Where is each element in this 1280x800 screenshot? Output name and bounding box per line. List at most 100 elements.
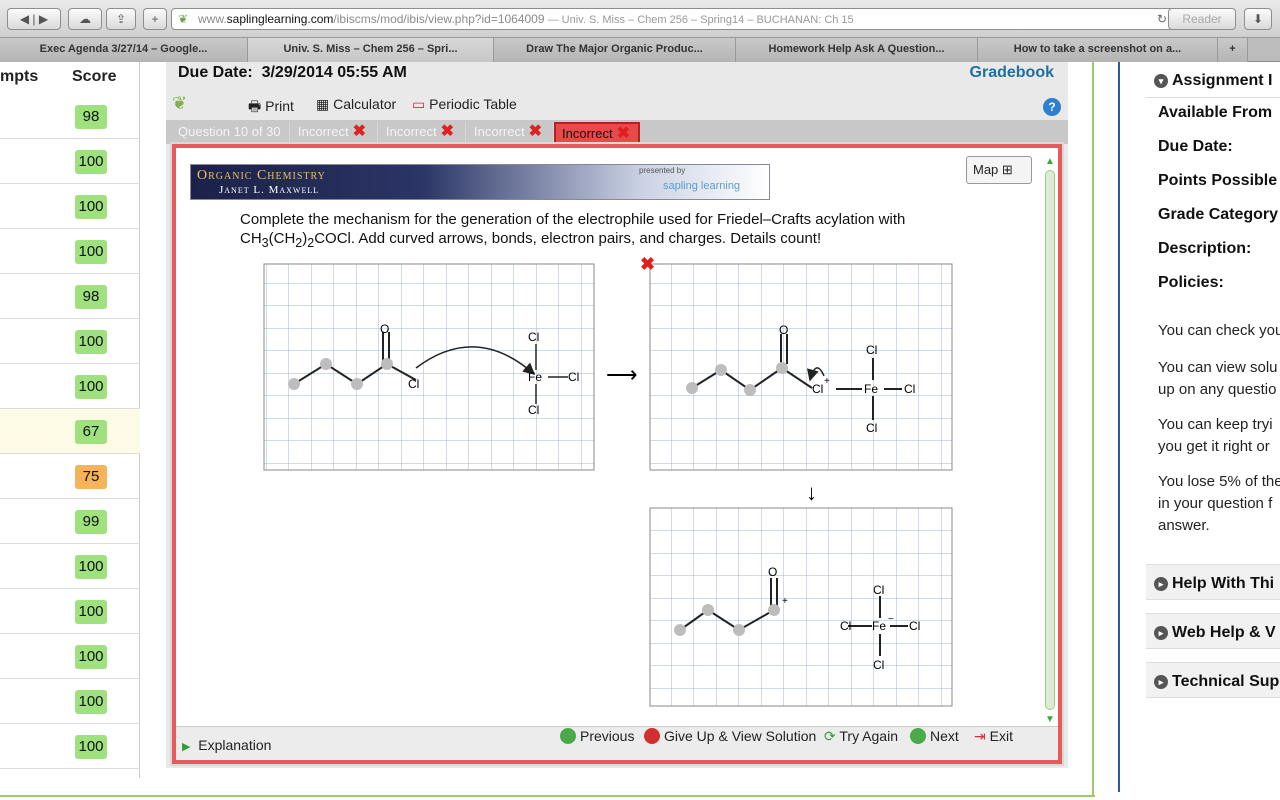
score-row[interactable]: 100 [0, 229, 140, 274]
url-prefix: www. [198, 12, 227, 26]
periodic-table-icon: ▭ [412, 96, 426, 112]
icloud-tabs-button[interactable]: ☁ [68, 8, 102, 30]
gradebook-link[interactable]: Gradebook [970, 64, 1054, 82]
tech-support-section[interactable]: ▸ Technical Sup [1146, 662, 1280, 698]
exit-button[interactable]: ⇥ Exit [974, 728, 1013, 745]
score-row[interactable]: 100 [0, 139, 140, 184]
map-tree-icon: ⊞ [1001, 162, 1013, 177]
help-icon[interactable]: ? [1043, 98, 1061, 116]
score-row[interactable]: 100 [0, 184, 140, 229]
score-row[interactable]: 67 [0, 409, 140, 454]
give-up-icon [644, 728, 660, 744]
print-button[interactable]: 🖶 Print [248, 96, 294, 120]
share-button[interactable]: ⇪ [106, 8, 136, 30]
help-section[interactable]: ▸ Help With Thi [1146, 564, 1280, 600]
score-badge: 100 [75, 195, 107, 219]
explanation-toggle[interactable]: ▶ Explanation [182, 737, 271, 753]
score-row[interactable]: 99 [0, 499, 140, 544]
new-tab-button[interactable]: + [143, 8, 167, 30]
score-row[interactable]: 100 [0, 679, 140, 724]
vertical-scrollbar[interactable]: ▲ ▼ [1044, 156, 1056, 726]
web-help-section-label: Web Help & V [1172, 624, 1276, 641]
banner-presented-by: presented by [639, 166, 686, 175]
back-icon[interactable]: ◀ [20, 12, 29, 26]
score-badge: 100 [75, 150, 107, 174]
next-button[interactable]: Next [910, 728, 959, 744]
new-tab-plus[interactable]: + [1218, 38, 1248, 62]
score-badge: 100 [75, 735, 107, 759]
incorrect-x-icon: ✖ [352, 123, 366, 140]
reload-icon[interactable]: ↻ [1157, 9, 1167, 29]
assignment-info-header[interactable]: ▾ Assignment I [1146, 62, 1280, 98]
scroll-up-icon[interactable]: ▲ [1045, 156, 1055, 167]
score-row[interactable]: 100 [0, 319, 140, 364]
score-row[interactable]: 98 [0, 94, 140, 139]
calculator-label: Calculator [333, 96, 397, 112]
score-row[interactable]: 100 [0, 544, 140, 589]
web-help-section[interactable]: ▸ Web Help & V [1146, 613, 1280, 649]
forward-icon[interactable]: ▶ [39, 12, 48, 26]
try-again-button[interactable]: ⟳ Try Again [824, 728, 898, 745]
score-row[interactable]: 100 [0, 589, 140, 634]
policies-label: Policies: [1158, 274, 1224, 291]
calculator-icon: ▦ [316, 96, 330, 112]
give-up-button[interactable]: Give Up & View Solution [644, 728, 816, 744]
browser-tab[interactable]: Homework Help Ask A Question... [736, 38, 978, 62]
charge-minus: − [888, 614, 894, 625]
expand-icon: ▸ [1154, 577, 1168, 591]
formula-part: (CH [268, 230, 296, 247]
previous-button[interactable]: Previous [560, 728, 634, 744]
attempt-tab[interactable]: Incorrect ✖ [292, 122, 378, 144]
browser-tab-active[interactable]: Univ. S. Miss – Chem 256 – Spri... [248, 38, 494, 62]
give-up-label: Give Up & View Solution [664, 728, 817, 744]
question-text: Complete the mechanism for the generatio… [240, 210, 980, 253]
atom-Cl: Cl [528, 330, 539, 344]
scroll-down-icon[interactable]: ▼ [1045, 714, 1055, 725]
question-line-1: Complete the mechanism for the generatio… [240, 211, 906, 228]
atom-Cl: Cl [904, 382, 915, 396]
due-date-label: Due Date: [178, 64, 253, 81]
browser-tab[interactable]: Exec Agenda 3/27/14 – Google... [0, 38, 248, 62]
reader-button[interactable]: Reader [1168, 8, 1236, 30]
atom-Fe: Fe [872, 619, 886, 633]
map-button[interactable]: Map ⊞ [966, 156, 1032, 184]
score-row[interactable]: 100 [0, 364, 140, 409]
curved-arrow [415, 346, 536, 375]
triangle-right-icon: ▶ [182, 741, 191, 753]
assignment-info-panel: ▾ Assignment I Available From Due Date: P… [1118, 62, 1280, 792]
exit-icon: ⇥ [974, 728, 986, 744]
attempt-tab-active[interactable]: Incorrect ✖ [554, 122, 640, 144]
back-forward-buttons[interactable]: ◀ | ▶ [7, 8, 61, 30]
attempt-tab[interactable]: Incorrect ✖ [468, 122, 554, 144]
attempt-tab-label: Incorrect [386, 124, 437, 139]
score-badge: 100 [75, 555, 107, 579]
browser-tab[interactable]: Draw The Major Organic Produc... [494, 38, 736, 62]
banner-author: Janet L. Maxwell [219, 184, 320, 196]
policy-text: answer. [1158, 517, 1210, 534]
attempt-tab-label: Incorrect [298, 124, 349, 139]
score-row[interactable]: 98 [0, 274, 140, 319]
address-bar[interactable]: ❦ www.saplinglearning.com/ibiscms/mod/ib… [171, 8, 1232, 30]
browser-tab[interactable]: How to take a screenshot on a... [978, 38, 1218, 62]
score-badge: 75 [75, 465, 107, 489]
divider-line [0, 795, 1095, 797]
periodic-table-button[interactable]: ▭ Periodic Table [412, 96, 517, 113]
atom-O: O [380, 322, 389, 336]
formula-part: CH [240, 230, 262, 247]
score-row[interactable]: 100 [0, 634, 140, 679]
attempt-tab[interactable]: Incorrect ✖ [380, 122, 466, 144]
available-from-label: Available From [1158, 104, 1273, 121]
score-row[interactable]: 100 [0, 724, 140, 769]
cloud-icon: ☁ [79, 12, 91, 26]
printer-icon: 🖶 [248, 98, 262, 114]
points-possible-label: Points Possible [1158, 172, 1278, 189]
score-column: mpts Score 98 100 100 100 98 100 100 67 75 99 100 1… [0, 62, 140, 778]
calculator-button[interactable]: ▦ Calculator [316, 96, 396, 113]
next-icon [910, 728, 926, 744]
downloads-button[interactable]: ⬇ [1244, 8, 1272, 30]
scroll-thumb[interactable] [1045, 170, 1055, 710]
map-label: Map [973, 162, 999, 177]
reaction-arrow-right: ⟶ [606, 362, 638, 387]
next-label: Next [930, 728, 959, 744]
score-row[interactable]: 75 [0, 454, 140, 499]
